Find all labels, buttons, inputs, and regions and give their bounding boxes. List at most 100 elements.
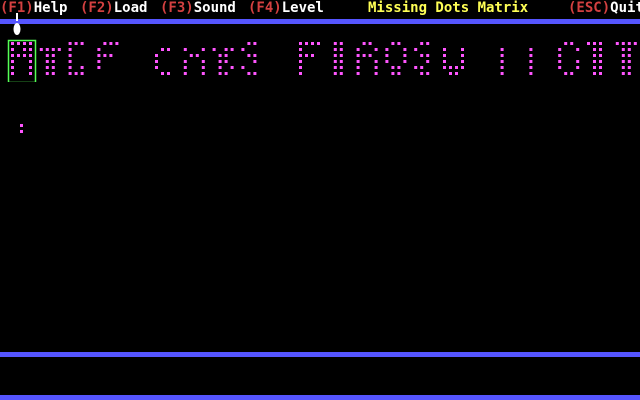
matrix-dot[interactable] [230, 66, 234, 69]
matrix-dot[interactable] [426, 54, 430, 57]
matrix-dot[interactable] [115, 42, 119, 45]
matrix-dot[interactable] [155, 60, 158, 63]
matrix-dot[interactable] [97, 54, 101, 57]
matrix-dot[interactable] [51, 72, 55, 75]
matrix-dot[interactable] [529, 60, 533, 63]
matrix-dot[interactable] [311, 54, 314, 57]
matrix-dot[interactable] [224, 72, 228, 75]
matrix-dot[interactable] [299, 54, 302, 57]
matrix-dot[interactable] [449, 72, 452, 75]
matrix-dot[interactable] [368, 54, 372, 57]
dot-matrix-board[interactable] [0, 36, 640, 82]
matrix-dot[interactable] [426, 42, 430, 45]
matrix-dot[interactable] [403, 54, 407, 57]
matrix-dot[interactable] [426, 60, 430, 63]
matrix-dot[interactable] [426, 72, 430, 75]
matrix-dot[interactable] [51, 66, 55, 69]
matrix-dot[interactable] [529, 66, 533, 69]
matrix-dot[interactable] [403, 60, 407, 63]
matrix-dot[interactable] [23, 48, 26, 51]
matrix-dot[interactable] [253, 54, 257, 57]
matrix-dot[interactable] [51, 54, 55, 57]
matrix-dot[interactable] [461, 54, 464, 57]
matrix-dot[interactable] [68, 72, 72, 75]
matrix-dot[interactable] [109, 42, 113, 45]
matrix-dot[interactable] [247, 54, 251, 57]
matrix-dot[interactable] [500, 60, 504, 63]
matrix-dot[interactable] [627, 72, 631, 75]
menu-quit-item[interactable]: (ESC)Quit [568, 0, 640, 16]
matrix-dot[interactable] [356, 60, 360, 63]
matrix-dot[interactable] [627, 54, 631, 57]
matrix-dot[interactable] [374, 72, 378, 75]
matrix-dot[interactable] [224, 54, 228, 57]
matrix-dot[interactable] [385, 48, 389, 51]
matrix-dot[interactable] [461, 66, 464, 69]
matrix-cell[interactable] [558, 42, 580, 75]
matrix-dot[interactable] [45, 72, 49, 75]
matrix-dot[interactable] [627, 48, 631, 51]
matrix-dot[interactable] [201, 60, 205, 63]
matrix-dot[interactable] [189, 54, 193, 57]
matrix-dot[interactable] [414, 48, 418, 51]
matrix-dot[interactable] [621, 54, 625, 57]
matrix-dot[interactable] [29, 42, 32, 45]
matrix-dot[interactable] [97, 60, 101, 63]
matrix-dot[interactable] [621, 66, 625, 69]
matrix-dot[interactable] [97, 66, 101, 69]
matrix-dot[interactable] [80, 72, 84, 75]
matrix-dot[interactable] [599, 42, 602, 45]
matrix-dot[interactable] [333, 66, 337, 69]
matrix-dot[interactable] [17, 54, 20, 57]
matrix-dot[interactable] [17, 42, 20, 45]
matrix-dot[interactable] [500, 72, 504, 75]
matrix-dot[interactable] [201, 48, 205, 51]
matrix-dot[interactable] [627, 60, 631, 63]
matrix-cell[interactable] [39, 48, 61, 75]
matrix-dot[interactable] [11, 60, 14, 63]
matrix-dot[interactable] [403, 48, 407, 51]
matrix-dot[interactable] [461, 48, 464, 51]
matrix-dot[interactable] [356, 72, 360, 75]
matrix-dot[interactable] [11, 48, 14, 51]
matrix-dot[interactable] [68, 48, 72, 51]
matrix-dot[interactable] [356, 66, 360, 69]
matrix-dot[interactable] [247, 72, 251, 75]
matrix-dot[interactable] [391, 72, 395, 75]
matrix-dot[interactable] [627, 66, 631, 69]
matrix-dot[interactable] [45, 48, 49, 51]
matrix-dot[interactable] [599, 66, 602, 69]
matrix-dot[interactable] [615, 42, 619, 45]
matrix-cell[interactable] [11, 42, 32, 75]
matrix-dot[interactable] [305, 54, 308, 57]
matrix-dot[interactable] [374, 66, 378, 69]
matrix-cell[interactable] [443, 48, 464, 75]
matrix-dot[interactable] [11, 54, 14, 57]
matrix-dot[interactable] [29, 66, 32, 69]
matrix-dot[interactable] [593, 72, 596, 75]
matrix-dot[interactable] [333, 54, 337, 57]
matrix-dot[interactable] [299, 42, 302, 45]
matrix-dot[interactable] [11, 42, 14, 45]
matrix-dot[interactable] [455, 66, 458, 69]
menu-level-item[interactable]: (F4)Level [248, 0, 324, 16]
matrix-dot[interactable] [368, 42, 372, 45]
matrix-cell[interactable] [587, 42, 602, 75]
matrix-dot[interactable] [299, 66, 302, 69]
menu-sound-item[interactable]: (F3)Sound [160, 0, 236, 16]
matrix-cell[interactable] [241, 42, 257, 75]
menu-load-item[interactable]: (F2)Load [80, 0, 147, 16]
matrix-cell[interactable] [155, 48, 170, 75]
matrix-dot[interactable] [633, 42, 637, 45]
matrix-dot[interactable] [333, 72, 337, 75]
matrix-dot[interactable] [385, 54, 389, 57]
matrix-dot[interactable] [11, 72, 14, 75]
matrix-dot[interactable] [218, 72, 222, 75]
matrix-dot[interactable] [385, 60, 389, 63]
matrix-dot[interactable] [339, 48, 343, 51]
matrix-dot[interactable] [224, 60, 228, 63]
matrix-cell[interactable] [97, 42, 119, 69]
matrix-dot[interactable] [362, 42, 366, 45]
matrix-dot[interactable] [558, 60, 562, 63]
matrix-cell[interactable] [183, 48, 205, 75]
